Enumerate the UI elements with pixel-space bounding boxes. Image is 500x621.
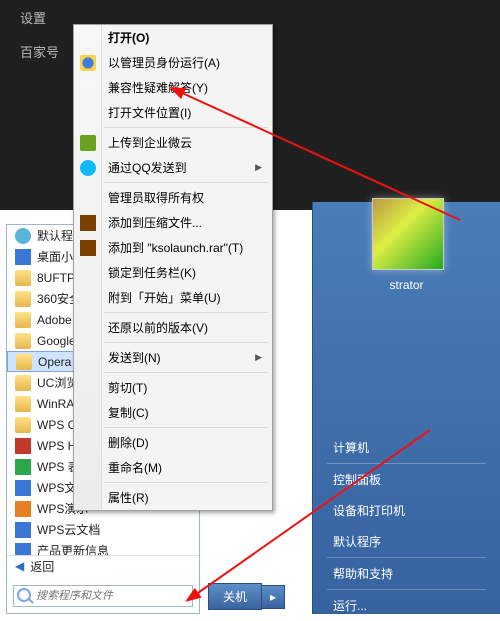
program-label: WPS云文档 [37,521,100,538]
program-item[interactable]: WPS云文档 [7,519,199,540]
user-avatar[interactable] [372,198,444,270]
program-label: Adobe [37,313,72,327]
menu-take-ownership[interactable]: 管理员取得所有权 [74,185,272,210]
search-input[interactable] [13,585,193,607]
menu-add-to-rar[interactable]: 添加到 "ksolaunch.rar"(T) [74,235,272,260]
baidu-label: 百家号 [20,42,59,61]
program-icon [15,312,31,328]
qq-icon [80,160,96,176]
menu-delete[interactable]: 删除(D) [74,430,272,455]
menu-run-as-admin[interactable]: 以管理员身份运行(A) [74,50,272,75]
menu-send-qq[interactable]: 通过QQ发送到▶ [74,155,272,180]
menu-pin-taskbar[interactable]: 锁定到任务栏(K) [74,260,272,285]
program-icon [15,417,31,433]
right-panel-item[interactable]: 默认程序 [313,526,500,557]
chevron-right-icon: ▶ [255,162,262,173]
program-icon [15,396,31,412]
program-item[interactable]: 产品更新信息 [7,540,199,555]
program-icon [15,228,31,244]
menu-open[interactable]: 打开(O) [74,25,272,50]
settings-label: 设置 [20,8,46,27]
menu-send-to[interactable]: 发送到(N)▶ [74,345,272,370]
right-panel-item[interactable]: 设备和打印机 [313,495,500,526]
shutdown-button[interactable]: 关机 [208,583,262,610]
back-label: 返回 [30,558,54,575]
username-label: strator [313,278,500,292]
program-icon [15,438,31,454]
program-icon [15,480,31,496]
shutdown-options-button[interactable]: ▸ [262,585,285,609]
program-icon [15,522,31,538]
menu-add-archive[interactable]: 添加到压缩文件... [74,210,272,235]
shield-icon [80,55,96,71]
menu-cut[interactable]: 剪切(T) [74,375,272,400]
program-icon [15,459,31,475]
right-panel-item[interactable]: 计算机 [313,432,500,463]
cloud-icon [80,135,96,151]
program-icon [15,543,31,556]
rar-icon [80,215,96,231]
right-panel-item[interactable]: 控制面板 [313,464,500,495]
program-icon [15,291,31,307]
menu-open-location[interactable]: 打开文件位置(I) [74,100,272,125]
menu-upload-cloud[interactable]: 上传到企业微云 [74,130,272,155]
program-label: 产品更新信息 [37,542,109,555]
search-box [13,585,193,607]
menu-compat[interactable]: 兼容性疑难解答(Y) [74,75,272,100]
menu-restore-version[interactable]: 还原以前的版本(V) [74,315,272,340]
context-menu: 打开(O) 以管理员身份运行(A) 兼容性疑难解答(Y) 打开文件位置(I) 上… [73,24,273,511]
right-panel-item[interactable]: 帮助和支持 [313,558,500,589]
program-icon [15,333,31,349]
program-icon [15,375,31,391]
search-icon [17,588,31,602]
menu-rename[interactable]: 重命名(M) [74,455,272,480]
program-icon [15,270,31,286]
menu-copy[interactable]: 复制(C) [74,400,272,425]
shutdown-group: 关机▸ [208,583,285,610]
menu-properties[interactable]: 属性(R) [74,485,272,510]
program-icon [15,249,31,265]
program-icon [16,354,32,370]
right-panel-item[interactable]: 运行... [313,590,500,621]
program-label: 8UFTP [37,271,75,285]
program-label: Opera [38,355,71,369]
program-icon [15,501,31,517]
chevron-right-icon: ▶ [255,352,262,363]
rar-icon [80,240,96,256]
start-right-panel: strator 计算机控制面板设备和打印机默认程序帮助和支持运行... [312,202,500,614]
menu-pin-start[interactable]: 附到「开始」菜单(U) [74,285,272,310]
back-button[interactable]: ◀ 返回 [7,555,199,576]
back-icon: ◀ [15,559,24,573]
